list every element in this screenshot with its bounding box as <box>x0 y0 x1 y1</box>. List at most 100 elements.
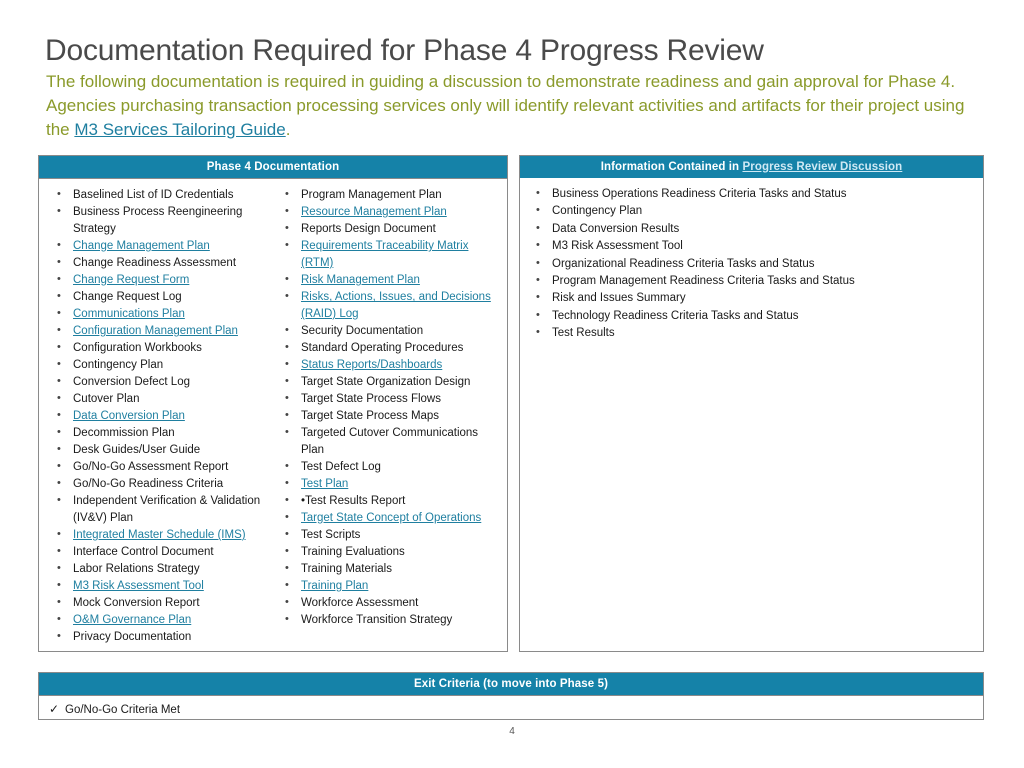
phase4-doc-item: Labor Relations Strategy <box>45 560 273 578</box>
phase4-doc-label: Workforce Assessment <box>301 597 419 609</box>
slide: Documentation Required for Phase 4 Progr… <box>0 0 1024 768</box>
phase4-doc-link[interactable]: Target State Concept of Operations <box>301 512 481 524</box>
phase4-doc-item: Change Request Form <box>45 271 273 289</box>
phase4-doc-label: Mock Conversion Report <box>73 597 200 609</box>
phase4-doc-link[interactable]: Test Plan <box>301 478 348 490</box>
phase4-documentation-panel: Phase 4 Documentation Baselined List of … <box>38 155 508 652</box>
phase4-doc-label: Target State Process Flows <box>301 393 441 405</box>
phase4-doc-label: Conversion Defect Log <box>73 376 190 388</box>
info-bullet-label: Contingency Plan <box>552 205 643 218</box>
phase4-doc-item: Reports Design Document <box>273 220 501 238</box>
phase4-doc-item: Program Management Plan <box>273 186 501 204</box>
info-bullet-label: Business Operations Readiness Criteria T… <box>552 188 847 200</box>
phase4-doc-item: Test Plan <box>273 475 501 493</box>
subtitle: The following documentation is required … <box>46 70 991 142</box>
phase4-doc-label: Targeted Cutover Communications Plan <box>301 427 479 456</box>
phase4-doc-item: Cutover Plan <box>45 390 273 408</box>
phase4-doc-item: Mock Conversion Report <box>45 594 273 612</box>
phase4-doc-item: Configuration Management Plan <box>45 322 273 340</box>
phase4-doc-label: Interface Control Document <box>73 546 214 558</box>
exit-criteria-item: Go/No-Go Criteria Met <box>65 704 181 716</box>
subtitle-part2: . <box>285 120 291 139</box>
phase4-doc-item: Data Conversion Plan <box>45 407 273 425</box>
phase4-doc-label: Go/No-Go Assessment Report <box>73 461 229 473</box>
phase4-doc-label: Program Management Plan <box>301 189 442 201</box>
phase4-doc-item: Go/No-Go Readiness Criteria <box>45 475 273 493</box>
info-bullet-label: M3 Risk Assessment Tool <box>552 240 683 253</box>
phase4-doc-item: Integrated Master Schedule (IMS) <box>45 526 273 544</box>
phase4-doc-item: Interface Control Document <box>45 543 273 561</box>
phase4-doc-label: Reports Design Document <box>301 223 436 235</box>
phase4-doc-label: Standard Operating Procedures <box>301 342 464 354</box>
phase4-doc-item: Change Request Log <box>45 288 273 306</box>
phase4-doc-item: Workforce Transition Strategy <box>273 611 501 629</box>
info-panel-body: Business Operations Readiness Criteria T… <box>520 178 983 349</box>
phase4-doc-item: Baselined List of ID Credentials <box>45 186 273 204</box>
phase4-doc-link[interactable]: Integrated Master Schedule (IMS) <box>73 529 246 541</box>
phase4-doc-label: Target State Process Maps <box>301 410 440 422</box>
phase4-doc-link[interactable]: Resource Management Plan <box>301 206 447 218</box>
info-bullet-item: Program Management Readiness Criteria Ta… <box>526 272 977 290</box>
page-number: 4 <box>509 726 515 737</box>
exit-criteria-header: Exit Criteria (to move into Phase 5) <box>39 673 983 696</box>
phase4-column-1: Baselined List of ID Credentials Business… <box>45 186 273 646</box>
phase4-doc-link[interactable]: Risk Management Plan <box>301 274 420 286</box>
phase4-doc-item: Requirements Traceability Matrix (RTM) <box>273 237 501 272</box>
info-bullet-item: Organizational Readiness Criteria Tasks … <box>526 255 977 273</box>
m3-services-tailoring-guide-link[interactable]: M3 Services Tailoring Guide <box>74 120 285 139</box>
phase4-doc-label: Training Evaluations <box>301 546 405 558</box>
phase4-column-2: Program Management Plan Resource Manageme… <box>273 186 501 646</box>
phase4-doc-item: Status Reports/Dashboards <box>273 356 501 374</box>
phase4-doc-label: Decommission Plan <box>73 427 175 439</box>
progress-review-discussion-link[interactable]: Progress Review Discussion <box>742 161 902 173</box>
phase4-doc-label: Cutover Plan <box>73 393 140 405</box>
phase4-doc-link[interactable]: Communications Plan <box>73 308 185 320</box>
info-bullet-item: Technology Readiness Criteria Tasks and … <box>526 307 977 325</box>
information-contained-panel: Information Contained in Progress Review… <box>519 155 984 652</box>
phase4-doc-item: Test Defect Log <box>273 458 501 476</box>
exit-criteria-row: ✓ Go/No-Go Criteria Met <box>39 696 983 716</box>
page-title: Documentation Required for Phase 4 Progr… <box>45 34 764 67</box>
phase4-doc-item: Training Plan <box>273 577 501 595</box>
phase4-doc-link[interactable]: Training Plan <box>301 580 368 592</box>
info-header-prefix: Information Contained in <box>600 161 743 173</box>
phase4-doc-item: Go/No-Go Assessment Report <box>45 458 273 476</box>
phase4-doc-item: Change Management Plan <box>45 237 273 255</box>
phase4-doc-label: Baselined List of ID Credentials <box>73 189 234 201</box>
phase4-doc-item: Workforce Assessment <box>273 594 501 612</box>
phase4-doc-label: •Test Results Report <box>301 495 406 507</box>
info-panel-header: Information Contained in Progress Review… <box>520 156 983 178</box>
phase4-doc-item: Target State Organization Design <box>273 373 501 391</box>
phase4-doc-link[interactable]: Data Conversion Plan <box>73 410 185 422</box>
phase4-doc-link[interactable]: Change Management Plan <box>73 240 210 252</box>
phase4-doc-link[interactable]: Status Reports/Dashboards <box>301 359 442 371</box>
phase4-doc-link[interactable]: Configuration Management Plan <box>73 325 238 337</box>
info-bullet-item: Risk and Issues Summary <box>526 289 977 307</box>
phase4-doc-label: Business Process Reengineering Strategy <box>73 206 243 235</box>
phase4-doc-item: Training Materials <box>273 560 501 578</box>
phase4-doc-label: Target State Organization Design <box>301 376 471 388</box>
phase4-doc-link[interactable]: M3 Risk Assessment Tool <box>73 580 204 592</box>
phase4-doc-label: Test Scripts <box>301 529 361 541</box>
phase4-doc-item: Training Evaluations <box>273 543 501 561</box>
phase4-doc-item: Business Process Reengineering Strategy <box>45 203 273 238</box>
phase4-doc-item: Decommission Plan <box>45 424 273 442</box>
info-bullet-label: Risk and Issues Summary <box>552 292 686 305</box>
phase4-doc-item: Resource Management Plan <box>273 203 501 221</box>
info-bullet-label: Data Conversion Results <box>552 222 680 235</box>
phase4-panel-body: Baselined List of ID Credentials Business… <box>39 179 507 652</box>
phase4-doc-link[interactable]: Risks, Actions, Issues, and Decisions (R… <box>301 291 491 320</box>
phase4-doc-item: Communications Plan <box>45 305 273 323</box>
phase4-doc-item: O&M Governance Plan <box>45 611 273 629</box>
phase4-doc-link[interactable]: Change Request Form <box>73 274 189 286</box>
phase4-doc-item: M3 Risk Assessment Tool <box>45 577 273 595</box>
phase4-doc-label: Test Defect Log <box>301 461 381 473</box>
phase4-doc-item: •Test Results Report <box>273 492 501 510</box>
phase4-doc-link[interactable]: O&M Governance Plan <box>73 614 191 626</box>
phase4-doc-item: Target State Process Maps <box>273 407 501 425</box>
phase4-doc-label: Configuration Workbooks <box>73 342 202 354</box>
phase4-doc-link[interactable]: Requirements Traceability Matrix (RTM) <box>301 240 468 269</box>
phase4-doc-item: Targeted Cutover Communications Plan <box>273 424 501 459</box>
phase4-doc-item: Change Readiness Assessment <box>45 254 273 272</box>
phase4-doc-item: Independent Verification & Validation (I… <box>45 492 273 527</box>
